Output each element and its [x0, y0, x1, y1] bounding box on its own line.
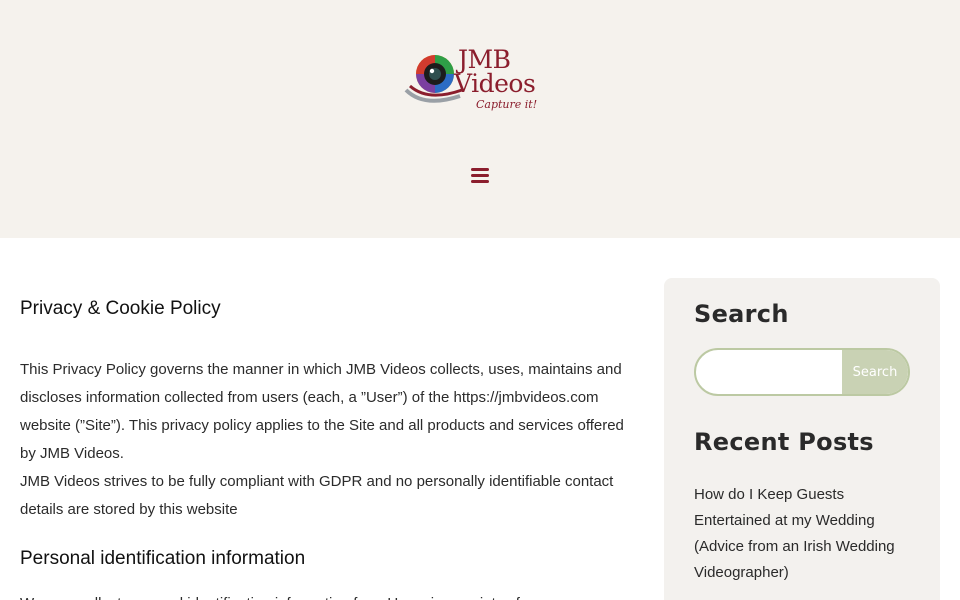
search-form: Search [694, 348, 910, 396]
sidebar: Search Search Recent Posts How do I Keep… [664, 278, 940, 600]
intro-paragraph: This Privacy Policy governs the manner i… [20, 361, 624, 462]
recent-post-link[interactable]: How do I Keep Guests Entertained at my W… [694, 482, 924, 586]
page-title: Privacy & Cookie Policy [20, 298, 221, 319]
menu-bar [471, 168, 489, 171]
site-header: JMB Videos Capture it! [0, 0, 960, 238]
logo-tagline: Capture it! [476, 98, 538, 111]
logo-text-videos: Videos [454, 69, 536, 98]
search-widget-title: Search [694, 300, 789, 328]
menu-bar [471, 180, 489, 183]
recent-posts-title: Recent Posts [694, 428, 874, 456]
gdpr-paragraph: JMB Videos strives to be fully compliant… [20, 473, 614, 518]
section-heading: Personal identification information [20, 548, 306, 569]
search-input[interactable] [696, 350, 842, 394]
personal-info-paragraph: We may collect personal identification i… [20, 590, 624, 600]
menu-bar [471, 174, 489, 177]
recent-posts-list: How do I Keep Guests Entertained at my W… [694, 482, 924, 586]
site-logo[interactable]: JMB Videos Capture it! [404, 46, 560, 118]
hamburger-menu-icon[interactable] [468, 164, 492, 186]
search-button[interactable]: Search [842, 350, 908, 394]
